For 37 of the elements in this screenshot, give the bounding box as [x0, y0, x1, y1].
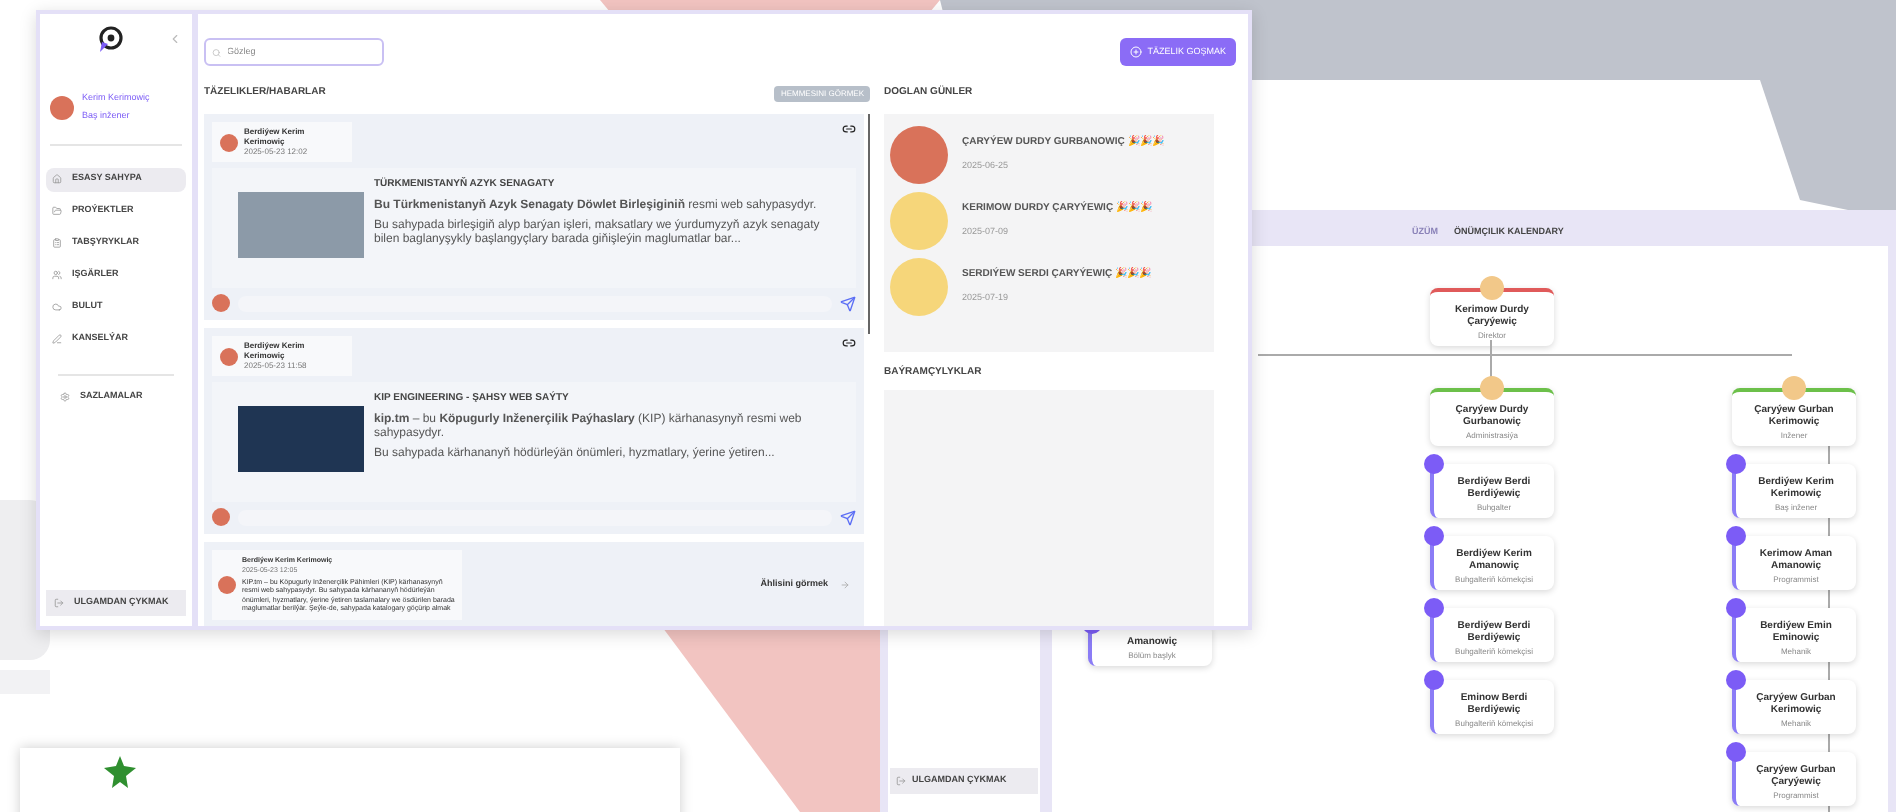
send-icon[interactable]	[840, 509, 856, 525]
menu-icon	[52, 302, 62, 312]
avatar	[1480, 276, 1504, 300]
menu-icon	[52, 174, 62, 184]
send-icon[interactable]	[840, 295, 856, 311]
avatar	[220, 347, 238, 365]
avatar	[1480, 376, 1504, 400]
search-icon	[212, 47, 222, 57]
avatar	[1424, 670, 1444, 690]
avatar	[1726, 670, 1746, 690]
avatar	[50, 95, 74, 120]
menu-icon	[52, 238, 62, 248]
avatar	[1726, 742, 1746, 762]
avatar	[1782, 376, 1806, 400]
link-icon[interactable]	[842, 122, 856, 136]
avatar	[1726, 598, 1746, 618]
logout-icon	[896, 776, 906, 787]
settings-icon	[60, 392, 70, 402]
avatar	[1726, 526, 1746, 546]
logout-icon	[54, 598, 64, 609]
avatar	[220, 133, 238, 151]
photo-placeholder	[238, 406, 364, 472]
avatar	[1424, 598, 1444, 618]
plus-icon	[1129, 46, 1142, 58]
link-icon[interactable]	[842, 336, 856, 350]
avatar	[218, 575, 236, 594]
avatar	[1726, 454, 1746, 474]
avatar	[1424, 526, 1444, 546]
menu-icon	[52, 206, 62, 216]
menu-icon	[52, 270, 62, 280]
avatar	[212, 508, 230, 526]
logo-icon	[98, 25, 124, 51]
star-logo-icon	[104, 756, 136, 788]
photo-placeholder	[238, 192, 364, 258]
avatar	[1424, 454, 1444, 474]
avatar	[212, 294, 230, 312]
menu-icon	[52, 334, 62, 344]
